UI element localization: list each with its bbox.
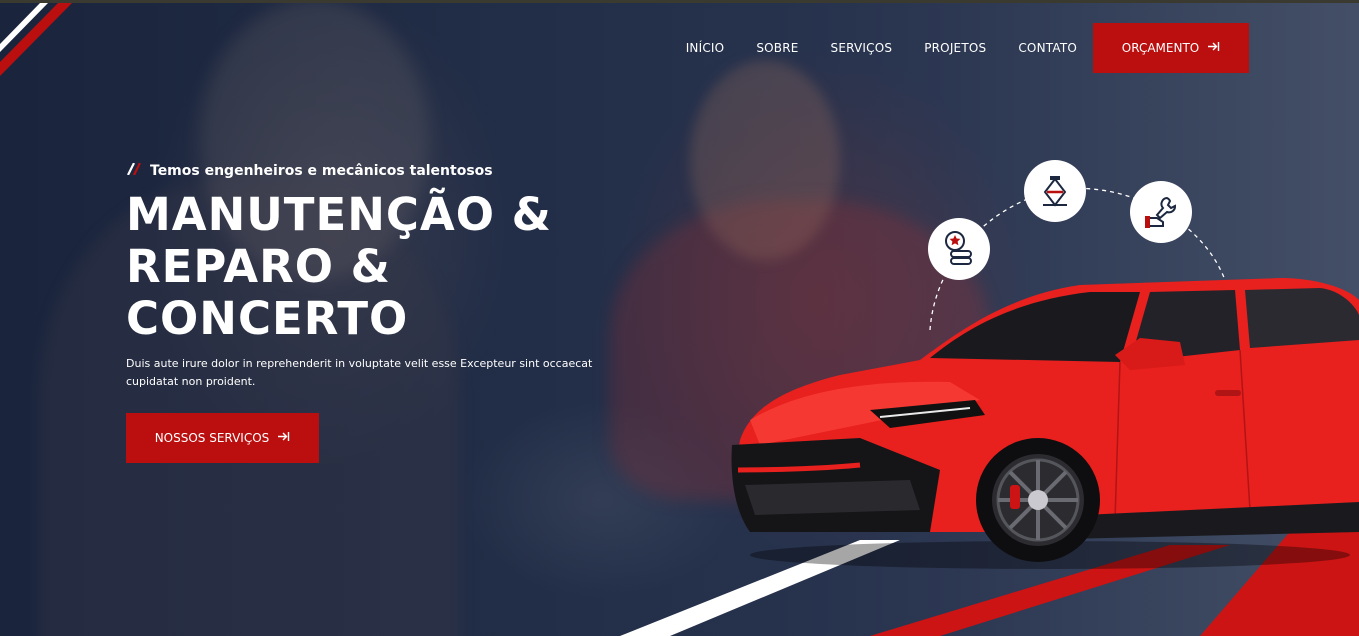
nav-link-sobre[interactable]: SOBRE: [756, 41, 798, 55]
hero-title-line2: REPARO & CONCERTO: [126, 240, 409, 345]
wrench-hand-icon: [1130, 181, 1192, 243]
hero-eyebrow-text: Temos engenheiros e mecânicos talentosos: [150, 163, 493, 179]
arrow-right-to-bracket-icon: [277, 431, 290, 446]
hero-title-line1: MANUTENÇÃO &: [126, 188, 552, 241]
top-border: [0, 0, 1359, 3]
hero-eyebrow: Temos engenheiros e mecânicos talentosos: [126, 162, 686, 179]
nav-link-projetos[interactable]: PROJETOS: [924, 41, 986, 55]
nav-link-contato[interactable]: CONTATO: [1018, 41, 1077, 55]
nav-link-inicio[interactable]: INÍCIO: [686, 41, 725, 55]
nossos-servicos-button[interactable]: NOSSOS SERVIÇOS: [126, 413, 319, 463]
arrow-right-to-bracket-icon: [1207, 41, 1220, 56]
hero-description: Duis aute irure dolor in reprehenderit i…: [126, 357, 593, 388]
nav-link-servicos[interactable]: SERVIÇOS: [831, 41, 893, 55]
double-slash-icon: [126, 162, 144, 179]
main-navigation: INÍCIO SOBRE SERVIÇOS PROJETOS CONTATO O…: [686, 23, 1249, 73]
orcamento-button[interactable]: ORÇAMENTO: [1093, 23, 1249, 73]
nossos-servicos-label: NOSSOS SERVIÇOS: [154, 431, 270, 445]
orcamento-button-label: ORÇAMENTO: [1121, 41, 1200, 55]
hero-content: Temos engenheiros e mecânicos talentosos…: [126, 162, 686, 463]
tires-icon: [928, 218, 990, 280]
hero-title: MANUTENÇÃO & REPARO & CONCERTO: [126, 189, 686, 345]
car-jack-icon: [1024, 160, 1086, 222]
